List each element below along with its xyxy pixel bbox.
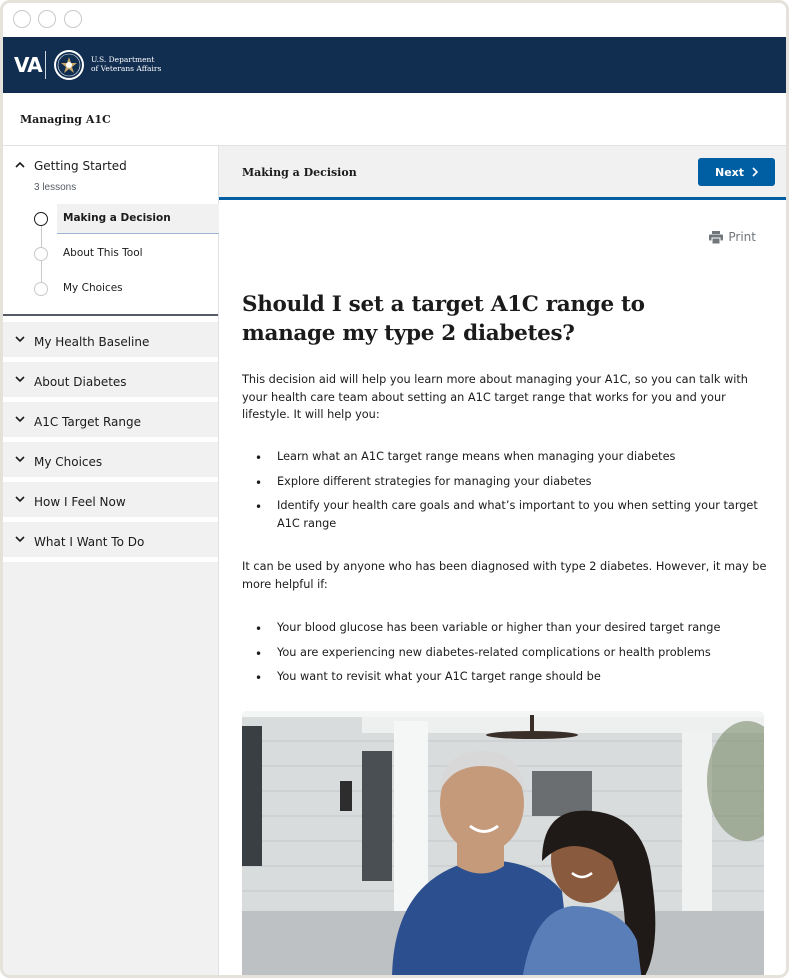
- chevron-down-icon: [15, 536, 25, 543]
- va-site-header: VA U.S. Department of Veterans Affairs: [3, 37, 786, 93]
- chevron-down-icon: [15, 496, 25, 503]
- print-label: Print: [728, 230, 756, 244]
- va-department-name: U.S. Department of Veterans Affairs: [91, 55, 161, 73]
- sidebar-section-my-health-baseline[interactable]: My Health Baseline: [3, 322, 218, 362]
- sidebar-section-how-i-feel-now[interactable]: How I Feel Now: [3, 482, 218, 522]
- sidebar-section-getting-started: Getting Started 3 lessons Making a Decis…: [3, 146, 219, 316]
- print-button[interactable]: Print: [709, 230, 756, 244]
- chevron-down-icon: [15, 336, 25, 343]
- browser-window: VA U.S. Department of Veterans Affairs M…: [0, 0, 789, 978]
- page-heading: Should I set a target A1C range to manag…: [242, 292, 645, 346]
- course-title: Managing A1C: [20, 113, 111, 126]
- section-lesson-count: 3 lessons: [34, 182, 77, 193]
- section-label: What I Want To Do: [34, 535, 145, 549]
- main-content: Making a Decision Next Print Should I se…: [219, 146, 786, 975]
- chevron-up-icon[interactable]: [15, 161, 25, 168]
- lesson-status-circle-icon: [34, 212, 48, 226]
- section-label: About Diabetes: [34, 375, 127, 389]
- next-button-label: Next: [714, 165, 745, 179]
- printer-icon: [709, 230, 724, 244]
- dept-line-1: U.S. Department: [91, 55, 155, 64]
- section-label: My Choices: [34, 455, 103, 469]
- intro-paragraph: This decision aid will help you learn mo…: [242, 373, 748, 421]
- list-item: You want to revisit what your A1C target…: [255, 668, 769, 687]
- benefits-list: Learn what an A1C target range means whe…: [255, 448, 769, 539]
- chevron-right-icon: [752, 167, 759, 177]
- sidebar-section-about-diabetes[interactable]: About Diabetes: [3, 362, 218, 402]
- list-item: Your blood glucose has been variable or …: [255, 619, 769, 638]
- chevron-down-icon: [15, 456, 25, 463]
- sidebar-section-what-i-want-to-do[interactable]: What I Want To Do: [3, 522, 218, 562]
- window-titlebar: [3, 3, 786, 37]
- section-title[interactable]: Getting Started: [34, 159, 127, 173]
- lesson-header: Making a Decision Next: [219, 146, 786, 200]
- section-label: A1C Target Range: [34, 415, 142, 429]
- chevron-down-icon: [15, 416, 25, 423]
- lesson-item-making-a-decision[interactable]: Making a Decision: [3, 204, 219, 234]
- lesson-item-my-choices[interactable]: My Choices: [3, 274, 219, 304]
- dept-line-2: of Veterans Affairs: [91, 64, 162, 73]
- va-logo[interactable]: VA: [14, 53, 43, 77]
- couple-photo: [242, 711, 764, 975]
- lesson-item-about-this-tool[interactable]: About This Tool: [3, 239, 219, 269]
- lesson-label: My Choices: [63, 282, 123, 294]
- chevron-down-icon: [15, 376, 25, 383]
- lesson-title: Making a Decision: [242, 166, 357, 179]
- sidebar-nav: Getting Started 3 lessons Making a Decis…: [3, 146, 219, 975]
- section-label: My Health Baseline: [34, 335, 150, 349]
- section-label: How I Feel Now: [34, 495, 126, 509]
- logo-divider: [45, 51, 46, 79]
- sidebar-section-a1c-target-range[interactable]: A1C Target Range: [3, 402, 218, 442]
- lesson-status-circle-icon: [34, 282, 48, 296]
- lesson-status-circle-icon: [34, 247, 48, 261]
- window-close-button[interactable]: [13, 10, 31, 28]
- list-item: Learn what an A1C target range means whe…: [255, 448, 769, 467]
- list-item: Identify your health care goals and what…: [255, 497, 769, 532]
- list-item: You are experiencing new diabetes-relate…: [255, 644, 769, 662]
- lesson-label: Making a Decision: [63, 212, 171, 224]
- va-seal-icon: [54, 50, 84, 80]
- sidebar-section-my-choices[interactable]: My Choices: [3, 442, 218, 482]
- lesson-label: About This Tool: [63, 247, 143, 259]
- window-minimize-button[interactable]: [38, 10, 56, 28]
- next-button[interactable]: Next: [698, 158, 775, 186]
- window-maximize-button[interactable]: [64, 10, 82, 28]
- list-item: Explore different strategies for managin…: [255, 473, 769, 491]
- conditions-list: Your blood glucose has been variable or …: [255, 619, 769, 693]
- course-bar: Managing A1C: [3, 93, 786, 146]
- audience-paragraph: It can be used by anyone who has been di…: [242, 560, 767, 591]
